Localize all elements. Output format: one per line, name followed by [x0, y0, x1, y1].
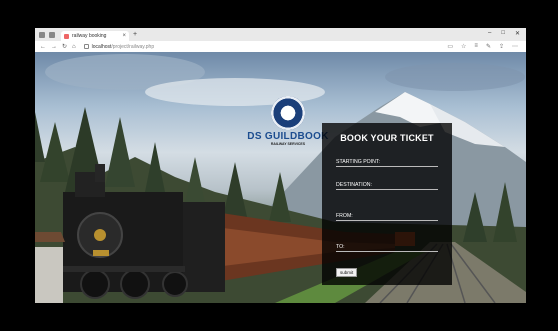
- new-tab-button[interactable]: +: [133, 31, 137, 38]
- browser-menu-icon[interactable]: [39, 31, 45, 38]
- tabs-icon[interactable]: [49, 31, 55, 38]
- close-tab-icon[interactable]: ×: [122, 33, 126, 39]
- favicon-icon: [64, 33, 69, 39]
- from-date-field[interactable]: FROM:: [336, 199, 438, 221]
- destination-label: DESTINATION:: [336, 182, 372, 188]
- forward-icon[interactable]: →: [51, 44, 57, 50]
- more-icon[interactable]: ⋯: [512, 43, 518, 50]
- url-path: /project/railway.php: [111, 43, 155, 50]
- share-icon[interactable]: ⇪: [499, 43, 504, 50]
- train-landscape-illustration: [35, 54, 526, 303]
- starting-point-field[interactable]: STARTING POINT:: [336, 153, 438, 167]
- tab-bar: railway booking × + – □ ✕: [35, 28, 526, 41]
- hub-icon[interactable]: ≡: [474, 43, 478, 50]
- submit-button[interactable]: submit: [336, 268, 358, 277]
- to-date-field[interactable]: TO:: [336, 230, 438, 252]
- favorite-star-icon[interactable]: ☆: [461, 43, 466, 50]
- toolbar-icons: ▭ ☆ ≡ ✎ ⇪ ⋯: [447, 43, 518, 50]
- url-host: localhost: [91, 43, 112, 50]
- form-title: BOOK YOUR TICKET: [340, 133, 434, 143]
- lock-icon: [83, 44, 89, 49]
- maximize-button[interactable]: □: [501, 30, 505, 37]
- address-bar[interactable]: localhost/project/railway.php: [83, 43, 414, 51]
- url-text: localhost/project/railway.php: [92, 44, 154, 50]
- tab-railway-booking[interactable]: railway booking ×: [61, 31, 129, 41]
- logo-name: DS GUILDBOOK: [247, 131, 329, 142]
- tab-title: railway booking: [72, 33, 107, 39]
- home-icon[interactable]: ⌂: [72, 44, 76, 50]
- background-photo: DS GUILDBOOK RAILWAY SERVICES BOOK YOUR …: [35, 52, 526, 303]
- starting-point-label: STARTING POINT:: [336, 159, 380, 165]
- site-logo[interactable]: DS GUILDBOOK RAILWAY SERVICES: [243, 96, 333, 146]
- reading-view-icon[interactable]: ▭: [447, 43, 453, 50]
- logo-emblem-icon: [271, 96, 305, 130]
- browser-window: railway booking × + – □ ✕ ← → ↻ ⌂ localh…: [35, 28, 526, 303]
- destination-field[interactable]: DESTINATION:: [336, 176, 438, 190]
- back-icon[interactable]: ←: [40, 44, 46, 50]
- window-controls: – □ ✕: [488, 30, 520, 37]
- booking-form: BOOK YOUR TICKET STARTING POINT: DESTINA…: [322, 123, 452, 285]
- minimize-button[interactable]: –: [488, 30, 491, 37]
- notes-icon[interactable]: ✎: [486, 43, 491, 50]
- refresh-icon[interactable]: ↻: [62, 43, 67, 50]
- to-label: TO:: [336, 244, 345, 250]
- close-window-button[interactable]: ✕: [515, 30, 520, 37]
- from-label: FROM:: [336, 213, 353, 219]
- logo-tagline: RAILWAY SERVICES: [270, 142, 306, 146]
